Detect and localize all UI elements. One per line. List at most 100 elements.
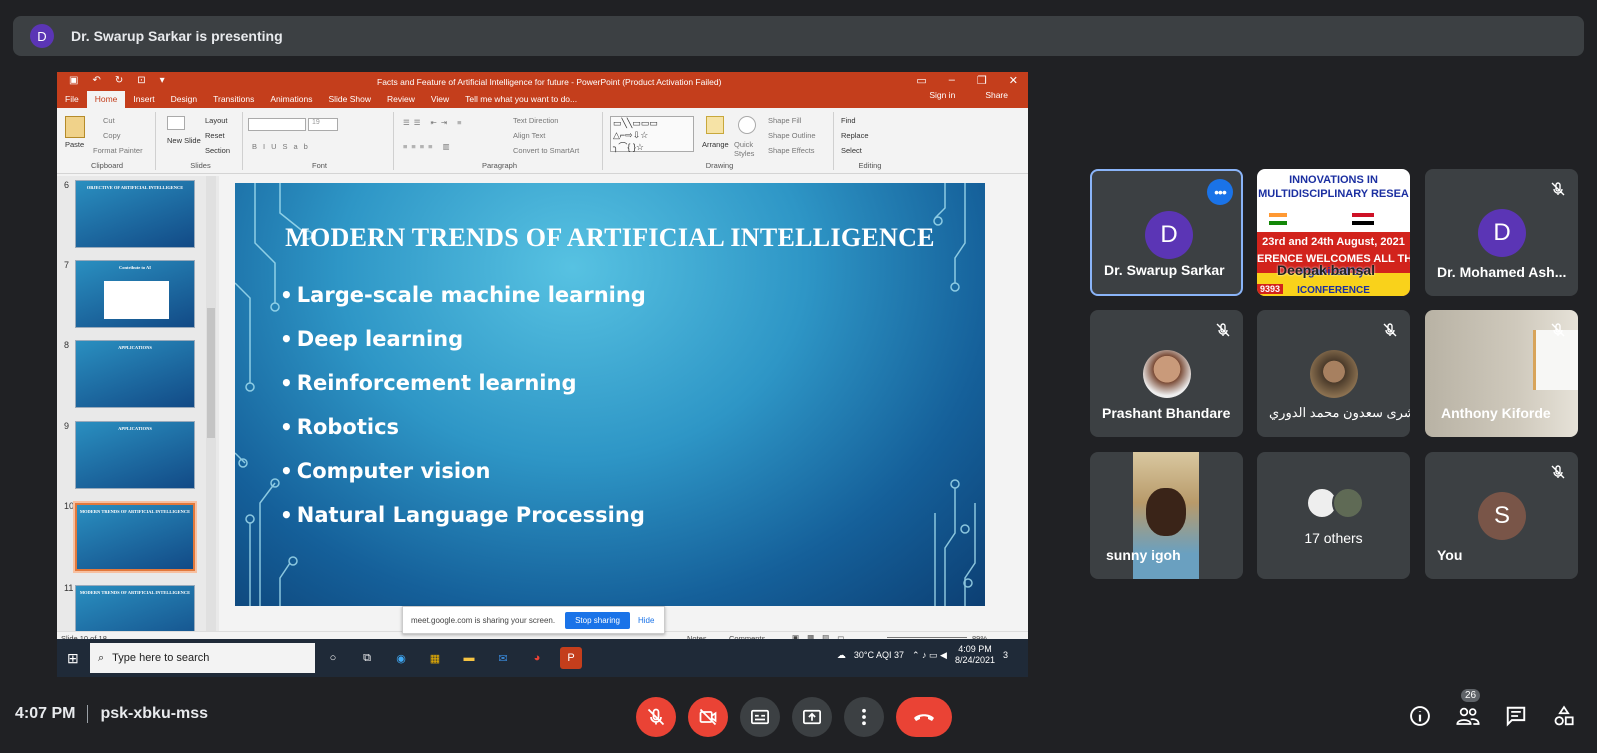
captions-button[interactable] bbox=[740, 697, 780, 737]
tray-icons[interactable]: ⌃ ♪ ▭ ◀ bbox=[912, 650, 947, 661]
quick-styles-button[interactable]: Quick Styles bbox=[734, 140, 762, 158]
activities-button[interactable] bbox=[1551, 703, 1577, 729]
tab-animations[interactable]: Animations bbox=[262, 94, 320, 108]
section-button[interactable]: Section bbox=[205, 146, 230, 155]
sign-in-link[interactable]: Sign in bbox=[921, 90, 963, 104]
select-button[interactable]: Select bbox=[841, 146, 862, 155]
start-slideshow-icon[interactable]: ⊡ bbox=[137, 75, 145, 86]
slide-thumbnail[interactable]: APPLICATIONS bbox=[75, 421, 195, 489]
participant-tile[interactable]: 17 others bbox=[1257, 452, 1410, 579]
slide-thumbnail-active[interactable]: MODERN TRENDS OF ARTIFICIAL INTELLIGENCE bbox=[73, 501, 197, 573]
hide-notice-button[interactable]: Hide bbox=[638, 616, 654, 625]
replace-button[interactable]: Replace bbox=[841, 131, 869, 140]
weather-text[interactable]: 30°C AQI 37 bbox=[854, 650, 904, 660]
copy-button[interactable]: Copy bbox=[103, 131, 121, 140]
participant-tile[interactable]: بشرى سعدون محمد الدوري bbox=[1257, 310, 1410, 437]
participant-tile[interactable]: sunny igoh bbox=[1090, 452, 1243, 579]
slide-thumbnail[interactable]: APPLICATIONS bbox=[75, 340, 195, 408]
thumbnail-scrollbar[interactable] bbox=[206, 176, 216, 631]
redo-icon[interactable]: ↻ bbox=[115, 75, 123, 86]
cut-button[interactable]: Cut bbox=[103, 116, 115, 125]
tab-file[interactable]: File bbox=[57, 94, 87, 108]
meeting-code[interactable]: psk-xbku-mss bbox=[100, 705, 208, 723]
shape-effects-button[interactable]: Shape Effects bbox=[768, 146, 815, 155]
shape-fill-button[interactable]: Shape Fill bbox=[768, 116, 801, 125]
align-text-button[interactable]: Align Text bbox=[513, 131, 545, 140]
people-button[interactable]: 26 bbox=[1455, 689, 1481, 729]
find-button[interactable]: Find bbox=[841, 116, 856, 125]
align-icons[interactable]: ≡≡≡≡ ▥ bbox=[403, 142, 454, 151]
arrange-button[interactable]: Arrange bbox=[702, 140, 729, 149]
new-slide-icon[interactable] bbox=[167, 116, 185, 130]
avatar bbox=[1332, 487, 1364, 519]
customize-qat-icon[interactable]: ▾ bbox=[160, 75, 165, 86]
paste-button[interactable]: Paste bbox=[65, 140, 84, 149]
camera-toggle-button[interactable] bbox=[688, 697, 728, 737]
convert-smartart-button[interactable]: Convert to SmartArt bbox=[513, 146, 579, 155]
chat-button[interactable] bbox=[1503, 703, 1529, 729]
more-options-button[interactable] bbox=[844, 697, 884, 737]
tab-design[interactable]: Design bbox=[163, 94, 205, 108]
participant-tile[interactable]: S You bbox=[1425, 452, 1578, 579]
layout-button[interactable]: Layout bbox=[205, 116, 228, 125]
shapes-gallery[interactable]: ▭╲╲▭▭▭ △⌐⇨⇩☆ ╮⌒{ }☆ bbox=[610, 116, 694, 152]
windows-start-icon[interactable]: ⊞ bbox=[67, 650, 79, 667]
shape-outline-button[interactable]: Shape Outline bbox=[768, 131, 816, 140]
save-icon[interactable]: ▣ bbox=[69, 75, 78, 86]
chrome-icon[interactable]: ◕ bbox=[526, 647, 548, 669]
notification-icon[interactable]: 3 bbox=[1003, 650, 1008, 660]
zoom-slider[interactable] bbox=[887, 637, 967, 638]
minimize-icon[interactable]: – bbox=[949, 74, 955, 87]
paste-icon[interactable] bbox=[65, 116, 85, 138]
participant-tile[interactable]: Prashant Bhandare bbox=[1090, 310, 1243, 437]
slide-thumbnail[interactable]: OBJECTIVE OF ARTIFICIAL INTELLIGENCE bbox=[75, 180, 195, 248]
mic-toggle-button[interactable] bbox=[636, 697, 676, 737]
tab-insert[interactable]: Insert bbox=[125, 94, 162, 108]
cortana-icon[interactable]: ○ bbox=[322, 647, 344, 669]
maximize-icon[interactable]: ❐ bbox=[977, 74, 987, 87]
powerpoint-icon[interactable]: P bbox=[560, 647, 582, 669]
participant-tile[interactable]: D Dr. Mohamed Ash... bbox=[1425, 169, 1578, 296]
new-slide-button[interactable]: New Slide bbox=[167, 136, 201, 145]
task-view-icon[interactable]: ⧉ bbox=[356, 647, 378, 669]
file-explorer-icon[interactable]: ▬ bbox=[458, 647, 480, 669]
leave-call-button[interactable] bbox=[896, 697, 952, 737]
meeting-details-button[interactable] bbox=[1407, 703, 1433, 729]
participant-tile[interactable]: Anthony Kiforde bbox=[1425, 310, 1578, 437]
stop-sharing-button[interactable]: Stop sharing bbox=[565, 611, 630, 629]
current-slide[interactable]: MODERN TRENDS OF ARTIFICIAL INTELLIGENCE… bbox=[235, 183, 985, 606]
text-direction-button[interactable]: Text Direction bbox=[513, 116, 558, 125]
list-icons[interactable]: ☰☰ ⇤⇥ ≡ bbox=[403, 118, 466, 127]
participant-tile[interactable]: D ••• Dr. Swarup Sarkar bbox=[1090, 169, 1243, 296]
quick-styles-icon[interactable] bbox=[738, 116, 756, 134]
undo-icon[interactable]: ↶ bbox=[92, 75, 100, 86]
more-options-icon[interactable]: ••• bbox=[1207, 179, 1233, 205]
scroll-thumb[interactable] bbox=[207, 308, 215, 438]
share-button[interactable]: Share bbox=[977, 90, 1016, 104]
slide-thumbnail[interactable]: MODERN TRENDS OF ARTIFICIAL INTELLIGENCE bbox=[75, 585, 195, 631]
tab-review[interactable]: Review bbox=[379, 94, 423, 108]
present-button[interactable] bbox=[792, 697, 832, 737]
ribbon-display-icon[interactable]: ▭ bbox=[916, 74, 926, 87]
edge-icon[interactable]: ◉ bbox=[390, 647, 412, 669]
tell-me-box[interactable]: Tell me what you want to do... bbox=[457, 94, 585, 108]
font-size-input[interactable]: 19 bbox=[308, 118, 338, 131]
tab-transitions[interactable]: Transitions bbox=[205, 94, 262, 108]
participant-tile[interactable]: INNOVATIONS IN MULTIDISCIPLINARY RESEA 2… bbox=[1257, 169, 1410, 296]
tab-slide-show[interactable]: Slide Show bbox=[320, 94, 379, 108]
hangup-icon bbox=[914, 714, 934, 721]
mail-icon[interactable]: ✉ bbox=[492, 647, 514, 669]
font-name-input[interactable] bbox=[248, 118, 306, 131]
taskbar-clock[interactable]: 4:09 PM 8/24/2021 bbox=[955, 644, 995, 666]
format-painter-button[interactable]: Format Painter bbox=[93, 146, 143, 155]
tab-view[interactable]: View bbox=[423, 94, 457, 108]
font-format-icons[interactable]: BIUSab bbox=[252, 142, 314, 151]
reset-button[interactable]: Reset bbox=[205, 131, 225, 140]
slide-thumbnail[interactable]: Contribute to AI bbox=[75, 260, 195, 328]
store-icon[interactable]: ▦ bbox=[424, 647, 446, 669]
mic-off-icon bbox=[1216, 323, 1230, 337]
tab-home[interactable]: Home bbox=[86, 91, 126, 108]
taskbar-search[interactable]: ⌕ Type here to search bbox=[90, 643, 315, 673]
close-icon[interactable]: ✕ bbox=[1009, 74, 1018, 87]
arrange-icon[interactable] bbox=[706, 116, 724, 134]
